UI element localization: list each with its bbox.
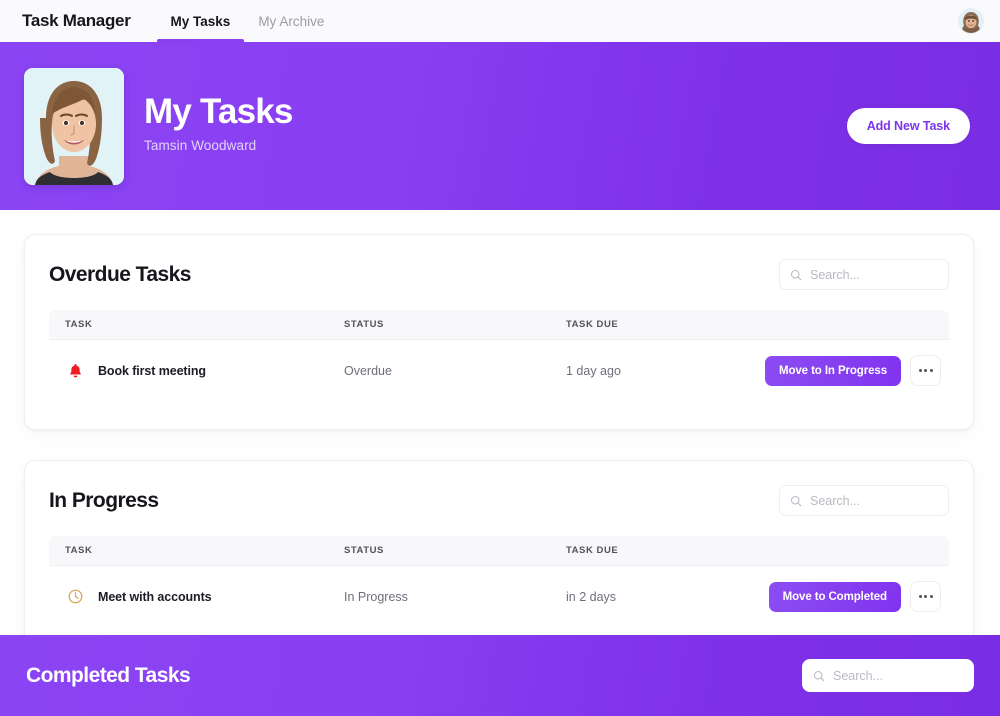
completed-tasks-section: Completed Tasks xyxy=(0,635,1000,716)
tab-my-tasks[interactable]: My Tasks xyxy=(157,0,245,42)
add-new-task-button[interactable]: Add New Task xyxy=(847,108,970,144)
overdue-section-title: Overdue Tasks xyxy=(49,263,191,287)
in-progress-card-header: In Progress xyxy=(49,485,949,516)
task-title: Book first meeting xyxy=(98,364,206,378)
user-name-subtitle: Tamsin Woodward xyxy=(144,138,847,153)
overdue-search-input[interactable] xyxy=(810,268,938,282)
table-row[interactable]: Meet with accounts In Progress in 2 days… xyxy=(49,566,949,628)
nav-tabs: My Tasks My Archive xyxy=(157,0,339,42)
move-to-in-progress-button[interactable]: Move to In Progress xyxy=(765,356,901,386)
in-progress-search-box[interactable] xyxy=(779,485,949,516)
overdue-tasks-card: Overdue Tasks TASK STATUS TASK DUE xyxy=(24,234,974,430)
main-content: Overdue Tasks TASK STATUS TASK DUE xyxy=(0,210,1000,635)
in-progress-row-task-cell: Meet with accounts xyxy=(49,566,344,628)
hero-banner: My Tasks Tamsin Woodward Add New Task xyxy=(0,42,1000,210)
column-header-status: STATUS xyxy=(344,536,566,566)
dot xyxy=(930,595,933,598)
overdue-row-status: Overdue xyxy=(344,340,566,402)
completed-section-title: Completed Tasks xyxy=(26,664,190,688)
search-icon xyxy=(790,269,802,281)
in-progress-table-body: Meet with accounts In Progress in 2 days… xyxy=(49,566,949,628)
in-progress-card: In Progress TASK STATUS TASK DUE xyxy=(24,460,974,635)
tab-my-tasks-label: My Tasks xyxy=(171,14,231,29)
in-progress-tasks-table: TASK STATUS TASK DUE xyxy=(49,536,949,627)
dot xyxy=(924,369,927,372)
tab-my-archive[interactable]: My Archive xyxy=(244,0,338,42)
row-actions: Move to Completed xyxy=(731,581,949,612)
profile-photo xyxy=(24,68,124,185)
table-header-row: TASK STATUS TASK DUE xyxy=(49,536,949,566)
overdue-tasks-table: TASK STATUS TASK DUE xyxy=(49,310,949,401)
search-icon xyxy=(813,670,825,682)
completed-search-box[interactable] xyxy=(802,659,974,692)
overdue-table-body: Book first meeting Overdue 1 day ago Mov… xyxy=(49,340,949,402)
task-cell-inner: Meet with accounts xyxy=(49,587,344,607)
row-actions: Move to In Progress xyxy=(731,355,949,386)
overdue-row-due: 1 day ago xyxy=(566,340,731,402)
hero-text-block: My Tasks Tamsin Woodward xyxy=(144,93,847,159)
task-cell-inner: Book first meeting xyxy=(49,361,344,381)
search-icon xyxy=(790,495,802,507)
column-header-status: STATUS xyxy=(344,310,566,340)
clock-icon xyxy=(65,587,85,607)
in-progress-section-title: In Progress xyxy=(49,489,159,513)
more-options-button[interactable] xyxy=(910,355,941,386)
bell-icon xyxy=(65,361,85,381)
dot xyxy=(919,369,922,372)
column-header-task-due: TASK DUE xyxy=(566,310,731,340)
dot xyxy=(919,595,922,598)
overdue-card-header: Overdue Tasks xyxy=(49,259,949,290)
in-progress-row-due: in 2 days xyxy=(566,566,731,628)
column-header-actions xyxy=(731,536,949,566)
app-root: Task Manager My Tasks My Archive xyxy=(0,0,1000,716)
in-progress-row-status: In Progress xyxy=(344,566,566,628)
overdue-search-box[interactable] xyxy=(779,259,949,290)
dot xyxy=(924,595,927,598)
in-progress-search-input[interactable] xyxy=(810,494,938,508)
table-header-row: TASK STATUS TASK DUE xyxy=(49,310,949,340)
dot xyxy=(930,369,933,372)
overdue-table-header: TASK STATUS TASK DUE xyxy=(49,310,949,340)
column-header-task-due: TASK DUE xyxy=(566,536,731,566)
move-to-completed-button[interactable]: Move to Completed xyxy=(769,582,901,612)
task-title: Meet with accounts xyxy=(98,590,212,604)
overdue-row-actions: Move to In Progress xyxy=(731,340,949,402)
column-header-actions xyxy=(731,310,949,340)
user-avatar-icon[interactable] xyxy=(958,8,984,34)
overdue-row-task-cell: Book first meeting xyxy=(49,340,344,402)
page-title: My Tasks xyxy=(144,93,847,131)
completed-search-input[interactable] xyxy=(833,669,963,683)
column-header-task: TASK xyxy=(49,536,344,566)
more-options-button[interactable] xyxy=(910,581,941,612)
tab-my-archive-label: My Archive xyxy=(258,14,324,29)
column-header-task: TASK xyxy=(49,310,344,340)
top-navigation-bar: Task Manager My Tasks My Archive xyxy=(0,0,1000,42)
app-brand-title: Task Manager xyxy=(22,11,131,31)
in-progress-row-actions: Move to Completed xyxy=(731,566,949,628)
in-progress-table-header: TASK STATUS TASK DUE xyxy=(49,536,949,566)
table-row[interactable]: Book first meeting Overdue 1 day ago Mov… xyxy=(49,340,949,402)
